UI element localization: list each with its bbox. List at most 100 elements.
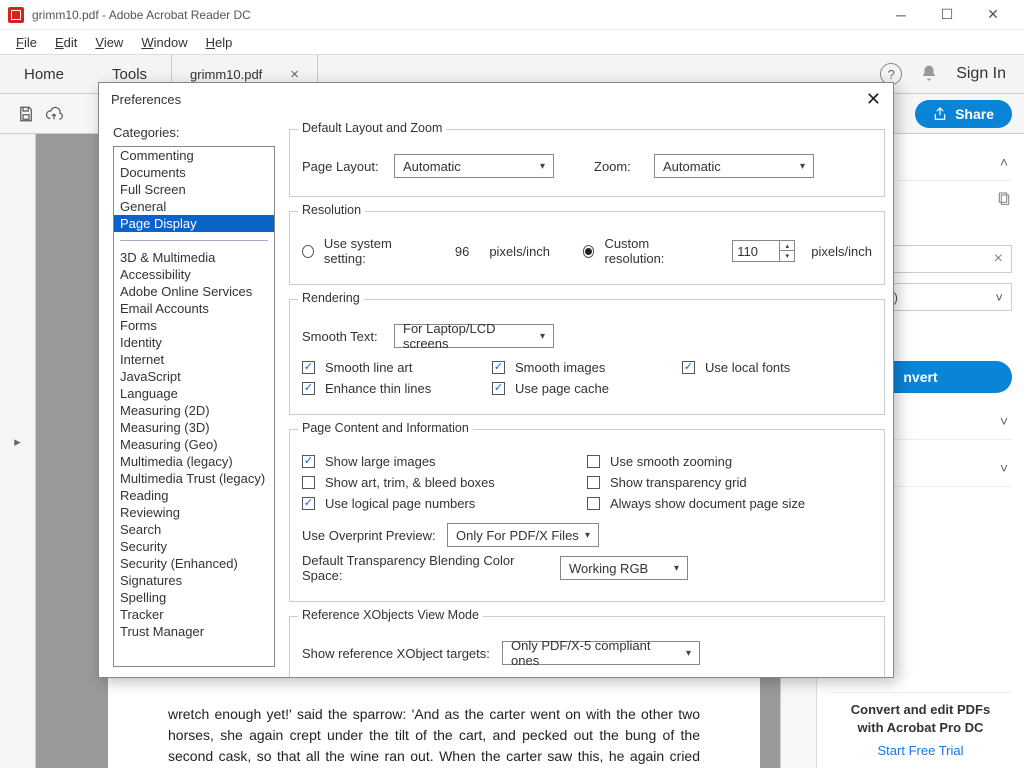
maximize-button[interactable]: ☐ — [924, 0, 970, 30]
cb-smooth-line-art[interactable] — [302, 361, 315, 374]
settings-pane: Default Layout and Zoom Page Layout: Aut… — [285, 115, 893, 677]
cb-always-doc-size[interactable] — [587, 497, 600, 510]
bell-icon[interactable] — [920, 64, 938, 85]
menu-edit[interactable]: Edit — [47, 33, 85, 52]
left-rail: ▸ — [0, 134, 36, 768]
cb-page-cache[interactable] — [492, 382, 505, 395]
category-item[interactable]: Identity — [114, 334, 274, 351]
resolution-spinner[interactable]: ▴▾ — [780, 240, 795, 262]
cb-smooth-images[interactable] — [492, 361, 505, 374]
categories-list[interactable]: CommentingDocumentsFull ScreenGeneralPag… — [113, 146, 275, 667]
menu-help[interactable]: Help — [198, 33, 241, 52]
zoom-label: Zoom: — [594, 159, 644, 174]
category-item[interactable]: Multimedia Trust (legacy) — [114, 470, 274, 487]
page-layout-label: Page Layout: — [302, 159, 384, 174]
category-item[interactable]: Adobe Online Services — [114, 283, 274, 300]
category-item[interactable]: Email Accounts — [114, 300, 274, 317]
chevron-down-icon: ▾ — [585, 530, 590, 541]
chevron-down-icon: ˅ — [1000, 413, 1008, 429]
cb-enhance-thin-lines[interactable] — [302, 382, 315, 395]
chevron-down-icon: ▾ — [674, 563, 679, 574]
chevron-down-icon: ▾ — [686, 648, 691, 659]
start-free-trial-link[interactable]: Start Free Trial — [829, 743, 1012, 758]
cb-show-large-images[interactable] — [302, 455, 315, 468]
menubar: File Edit View Window Help — [0, 30, 1024, 54]
chevron-down-icon: ▾ — [800, 161, 805, 172]
category-item[interactable]: Measuring (2D) — [114, 402, 274, 419]
close-button[interactable]: ✕ — [970, 0, 1016, 30]
category-item[interactable]: Documents — [114, 164, 274, 181]
dialog-title: Preferences — [111, 92, 866, 107]
overprint-select[interactable]: Only For PDF/X Files▾ — [447, 523, 599, 547]
category-item[interactable]: Security — [114, 538, 274, 555]
category-item[interactable]: Measuring (3D) — [114, 419, 274, 436]
page-layout-select[interactable]: Automatic▾ — [394, 154, 554, 178]
group-rendering: Rendering Smooth Text: For Laptop/LCD sc… — [289, 299, 885, 415]
custom-resolution-radio[interactable] — [583, 245, 595, 258]
minimize-button[interactable]: ─ — [878, 0, 924, 30]
menu-window[interactable]: Window — [133, 33, 195, 52]
titlebar: grimm10.pdf - Adobe Acrobat Reader DC ─ … — [0, 0, 1024, 30]
promo: Convert and edit PDFs with Acrobat Pro D… — [829, 692, 1012, 758]
category-item[interactable]: Spelling — [114, 589, 274, 606]
category-item[interactable]: Language — [114, 385, 274, 402]
cb-transparency-grid[interactable] — [587, 476, 600, 489]
category-item[interactable]: Accessibility — [114, 266, 274, 283]
close-icon: × — [994, 250, 1003, 268]
category-item[interactable]: Security (Enhanced) — [114, 555, 274, 572]
document-text: wretch enough yet!' said the sparrow: 'A… — [168, 704, 700, 768]
category-item[interactable]: Full Screen — [114, 181, 274, 198]
share-button[interactable]: Share — [915, 100, 1012, 128]
reference-targets-select[interactable]: Only PDF/X-5 compliant ones▾ — [502, 641, 700, 665]
cb-show-art-trim-bleed[interactable] — [302, 476, 315, 489]
category-item[interactable]: Reviewing — [114, 504, 274, 521]
group-page-content: Page Content and Information Show large … — [289, 429, 885, 602]
group-default-layout: Default Layout and Zoom Page Layout: Aut… — [289, 129, 885, 197]
chevron-down-icon: ▾ — [540, 331, 545, 342]
tab-document-label: grimm10.pdf — [190, 67, 262, 82]
category-item[interactable]: 3D & Multimedia — [114, 249, 274, 266]
use-system-radio[interactable] — [302, 245, 314, 258]
window-title: grimm10.pdf - Adobe Acrobat Reader DC — [32, 8, 878, 22]
category-item[interactable]: Search — [114, 521, 274, 538]
chevron-down-icon: ˅ — [995, 290, 1003, 305]
chevron-right-icon[interactable]: ▸ — [14, 434, 21, 450]
save-icon[interactable] — [12, 105, 40, 123]
category-item[interactable]: JavaScript — [114, 368, 274, 385]
zoom-select[interactable]: Automatic▾ — [654, 154, 814, 178]
cb-local-fonts[interactable] — [682, 361, 695, 374]
cb-smooth-zooming[interactable] — [587, 455, 600, 468]
tab-home[interactable]: Home — [0, 55, 88, 93]
categories-pane: Categories: CommentingDocumentsFull Scre… — [99, 115, 285, 677]
cloud-icon[interactable] — [40, 105, 68, 123]
menu-file[interactable]: File — [8, 33, 45, 52]
category-item[interactable]: Multimedia (legacy) — [114, 453, 274, 470]
group-reference-xobjects: Reference XObjects View Mode Show refere… — [289, 616, 885, 677]
category-item[interactable]: Tracker — [114, 606, 274, 623]
chevron-up-icon: ˄ — [1000, 154, 1008, 170]
category-item[interactable]: General — [114, 198, 274, 215]
category-item[interactable]: Trust Manager — [114, 623, 274, 640]
categories-label: Categories: — [113, 125, 275, 140]
tab-close-icon[interactable]: × — [290, 66, 299, 83]
blending-select[interactable]: Working RGB▾ — [560, 556, 688, 580]
dialog-close-icon[interactable]: ✕ — [866, 89, 881, 110]
menu-view[interactable]: View — [87, 33, 131, 52]
category-item[interactable]: Page Display — [114, 215, 274, 232]
share-label: Share — [955, 106, 994, 122]
custom-resolution-input[interactable]: 110 — [732, 240, 780, 262]
category-item[interactable]: Commenting — [114, 147, 274, 164]
app-icon — [8, 7, 24, 23]
preferences-dialog: Preferences ✕ Categories: CommentingDocu… — [98, 82, 894, 678]
chevron-down-icon: ▾ — [540, 161, 545, 172]
category-item[interactable]: Forms — [114, 317, 274, 334]
category-item[interactable]: Measuring (Geo) — [114, 436, 274, 453]
category-item[interactable]: Reading — [114, 487, 274, 504]
dialog-header: Preferences ✕ — [99, 83, 893, 115]
cb-logical-page-numbers[interactable] — [302, 497, 315, 510]
category-item[interactable]: Signatures — [114, 572, 274, 589]
pages-icon[interactable] — [996, 191, 1012, 210]
smooth-text-select[interactable]: For Laptop/LCD screens▾ — [394, 324, 554, 348]
category-item[interactable]: Internet — [114, 351, 274, 368]
signin-button[interactable]: Sign In — [956, 65, 1006, 83]
